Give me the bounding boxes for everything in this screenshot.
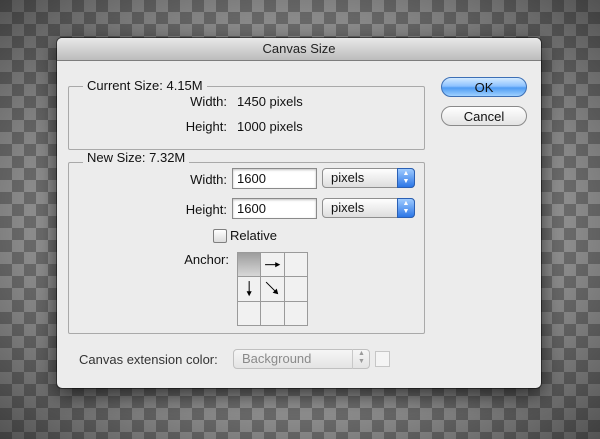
anchor-cell-middle-right[interactable] (284, 277, 307, 301)
anchor-label: Anchor: (184, 252, 229, 267)
anchor-cell-middle-left[interactable] (238, 277, 261, 301)
current-height-label: Height: (185, 119, 227, 134)
height-unit-select[interactable]: pixels ▲ ▼ (322, 198, 415, 218)
anchor-cell-bottom-right[interactable] (284, 301, 307, 325)
anchor-cell-center[interactable] (261, 277, 284, 301)
extension-color-value: Background (242, 351, 312, 366)
extension-color-select[interactable]: Background ▲ ▼ (233, 349, 370, 369)
current-size-legend: Current Size: 4.15M (83, 78, 207, 93)
new-width-label: Width: (190, 172, 227, 187)
dialog-title: Canvas Size (57, 38, 541, 61)
select-arrows-icon: ▲ ▼ (397, 198, 415, 218)
relative-checkbox[interactable] (213, 229, 227, 243)
current-width-label: Width: (190, 94, 227, 109)
anchor-cell-bottom-center[interactable] (261, 301, 284, 325)
arrow-down-icon (246, 281, 252, 297)
anchor-cell-top-center[interactable] (261, 253, 284, 277)
anchor-grid (237, 252, 308, 326)
height-unit-value: pixels (331, 200, 365, 215)
select-arrows-icon: ▲ ▼ (397, 168, 415, 188)
relative-label: Relative (230, 228, 277, 243)
width-unit-value: pixels (331, 170, 365, 185)
arrow-down-right-icon (266, 282, 279, 295)
arrow-right-icon (265, 262, 281, 268)
current-width-value: 1450 pixels (237, 94, 303, 109)
canvas-size-dialog: Canvas Size Current Size: 4.15M Width: 1… (57, 38, 541, 388)
anchor-cell-top-right[interactable] (284, 253, 307, 277)
extension-color-label: Canvas extension color: (79, 352, 218, 367)
new-height-input[interactable]: 1600 (232, 198, 317, 219)
current-height-value: 1000 pixels (237, 119, 303, 134)
ok-button[interactable]: OK (441, 77, 527, 97)
new-size-legend: New Size: 7.32M (83, 150, 190, 165)
new-width-input[interactable]: 1600 (232, 168, 317, 189)
width-unit-select[interactable]: pixels ▲ ▼ (322, 168, 415, 188)
anchor-cell-top-left[interactable] (238, 253, 261, 277)
select-arrows-icon: ▲ ▼ (352, 349, 370, 369)
cancel-button[interactable]: Cancel (441, 106, 527, 126)
extension-color-swatch[interactable] (375, 351, 390, 367)
anchor-cell-bottom-left[interactable] (238, 301, 261, 325)
new-height-label: Height: (185, 202, 227, 217)
